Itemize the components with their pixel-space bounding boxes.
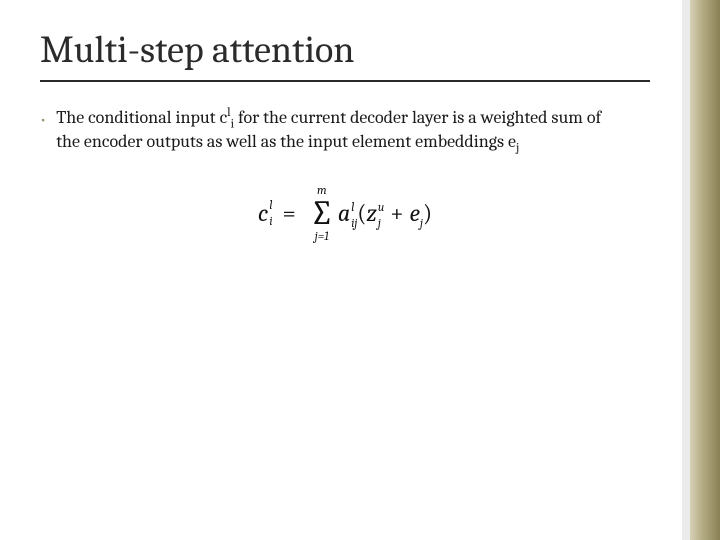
slide-side-accent bbox=[690, 0, 720, 540]
formula-a-sub: ij bbox=[351, 218, 357, 228]
formula-lhs-sup: l bbox=[269, 200, 272, 210]
formula-z-supsub: uj bbox=[378, 205, 384, 225]
summation-icon: m ∑ j=1 bbox=[310, 184, 334, 242]
var-e-base: e bbox=[508, 131, 516, 152]
slide-title: Multi-step attention bbox=[40, 28, 650, 82]
slide-body: Multi-step attention • The conditional i… bbox=[0, 0, 690, 540]
sum-lower: j=1 bbox=[315, 230, 329, 242]
formula: cli = m ∑ j=1 alij ( zuj + ej bbox=[258, 184, 432, 242]
formula-e-base: e bbox=[410, 199, 420, 227]
formula-eq: = bbox=[282, 199, 295, 227]
formula-lhs-base: c bbox=[258, 199, 268, 227]
var-e-sub: j bbox=[516, 142, 519, 156]
plus-icon: + bbox=[390, 199, 403, 227]
bullet-marker-icon: • bbox=[40, 106, 46, 132]
formula-e: ej bbox=[410, 199, 423, 227]
formula-area: cli = m ∑ j=1 alij ( zuj + ej bbox=[40, 184, 650, 242]
var-c: cli bbox=[220, 107, 235, 128]
bullet-text: The conditional input cli for the curren… bbox=[56, 106, 616, 154]
formula-a-base: a bbox=[338, 199, 350, 227]
var-c-base: c bbox=[220, 107, 228, 128]
formula-a-sup: l bbox=[351, 202, 357, 212]
formula-z-base: z bbox=[366, 199, 376, 227]
formula-z: zuj bbox=[366, 199, 384, 227]
var-e: ej bbox=[508, 131, 519, 152]
formula-z-sup: u bbox=[378, 202, 384, 212]
formula-a: al ij bbox=[338, 199, 357, 227]
bullet-item: • The conditional input cli for the curr… bbox=[40, 106, 650, 154]
formula-z-sub: j bbox=[378, 218, 384, 228]
formula-lhs: cli bbox=[258, 199, 273, 227]
lparen-icon: ( bbox=[357, 199, 366, 227]
sigma-icon: ∑ bbox=[310, 196, 334, 230]
rparen-icon: ) bbox=[423, 199, 432, 227]
bullet-text-pre: The conditional input bbox=[56, 107, 219, 128]
formula-rhs: m ∑ j=1 alij ( zuj + ej ) bbox=[306, 184, 432, 242]
formula-lhs-sub: i bbox=[269, 216, 272, 226]
formula-lhs-supsub: li bbox=[269, 203, 272, 223]
